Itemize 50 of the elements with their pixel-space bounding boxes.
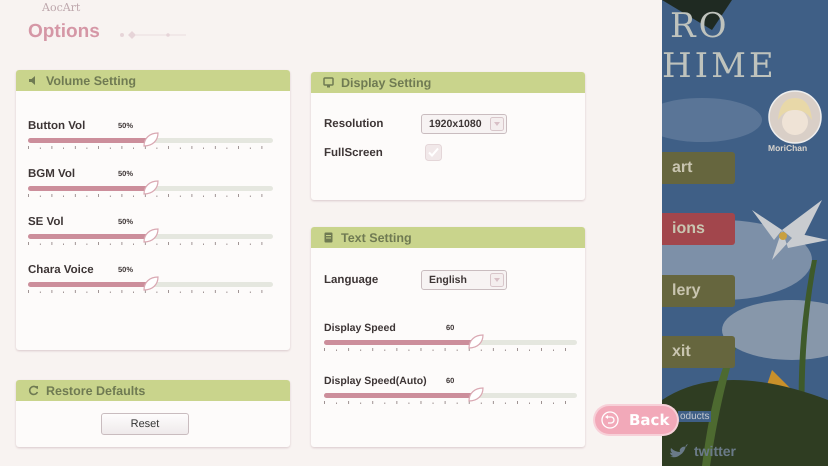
- menu-link[interactable]: twitter: [694, 443, 736, 459]
- resolution-dropdown[interactable]: 1920x1080: [421, 114, 507, 134]
- slider-track[interactable]: [28, 179, 273, 197]
- slider-label: Chara Voice: [28, 264, 95, 276]
- section-title: Volume Setting: [46, 74, 136, 88]
- back-button[interactable]: Back: [595, 406, 677, 434]
- slider-track[interactable]: [28, 131, 273, 149]
- screen-title: Options: [28, 21, 100, 43]
- slider-label: BGM Vol: [28, 168, 76, 180]
- language-dropdown[interactable]: English: [421, 270, 507, 290]
- slider-track[interactable]: [28, 227, 273, 245]
- slider-label: Display Speed(Auto): [324, 375, 428, 387]
- return-icon: [601, 411, 619, 429]
- brand-logo: AocArt: [42, 1, 80, 14]
- document-icon: [323, 232, 334, 243]
- menu-button[interactable]: ions: [662, 213, 735, 245]
- slider-label: Display Speed: [324, 322, 397, 334]
- monitor-icon: [323, 77, 334, 88]
- slider-track[interactable]: [324, 386, 577, 404]
- game-logo: RO: [670, 6, 730, 46]
- menu-link[interactable]: oducts: [678, 411, 712, 422]
- refresh-icon: [28, 385, 39, 396]
- menu-button[interactable]: lery: [662, 275, 735, 307]
- avatar: [768, 90, 822, 144]
- setting-label: Language: [324, 274, 380, 286]
- slider-track[interactable]: [324, 333, 577, 351]
- leaf-thumb[interactable]: [466, 334, 485, 350]
- slider-track[interactable]: [28, 275, 273, 293]
- slider-label: Button Vol: [28, 120, 86, 132]
- caret-icon: [490, 117, 504, 131]
- leaf-thumb[interactable]: [142, 180, 160, 196]
- game-logo: HIME: [662, 46, 777, 86]
- menu-button[interactable]: art: [662, 152, 735, 184]
- slider-label: SE Vol: [28, 216, 65, 228]
- leaf-thumb[interactable]: [466, 387, 485, 403]
- section-title: Text Setting: [341, 230, 412, 244]
- reset-button[interactable]: Reset: [101, 413, 189, 435]
- section-title: Display Setting: [341, 76, 432, 90]
- setting-label: FullScreen: [324, 146, 384, 158]
- ornament-drawing: [118, 30, 188, 40]
- avatar-name: MoriChan: [768, 143, 808, 153]
- leaf-thumb[interactable]: [142, 228, 160, 244]
- caret-icon: [490, 273, 504, 287]
- leaf-thumb[interactable]: [142, 132, 160, 148]
- fullscreen-checkbox[interactable]: [425, 144, 442, 161]
- bird-icon: [668, 444, 688, 460]
- setting-label: Resolution: [324, 118, 384, 130]
- leaf-thumb[interactable]: [142, 276, 160, 292]
- menu-button[interactable]: xit: [662, 336, 735, 368]
- section-title: Restore Defaults: [46, 384, 146, 398]
